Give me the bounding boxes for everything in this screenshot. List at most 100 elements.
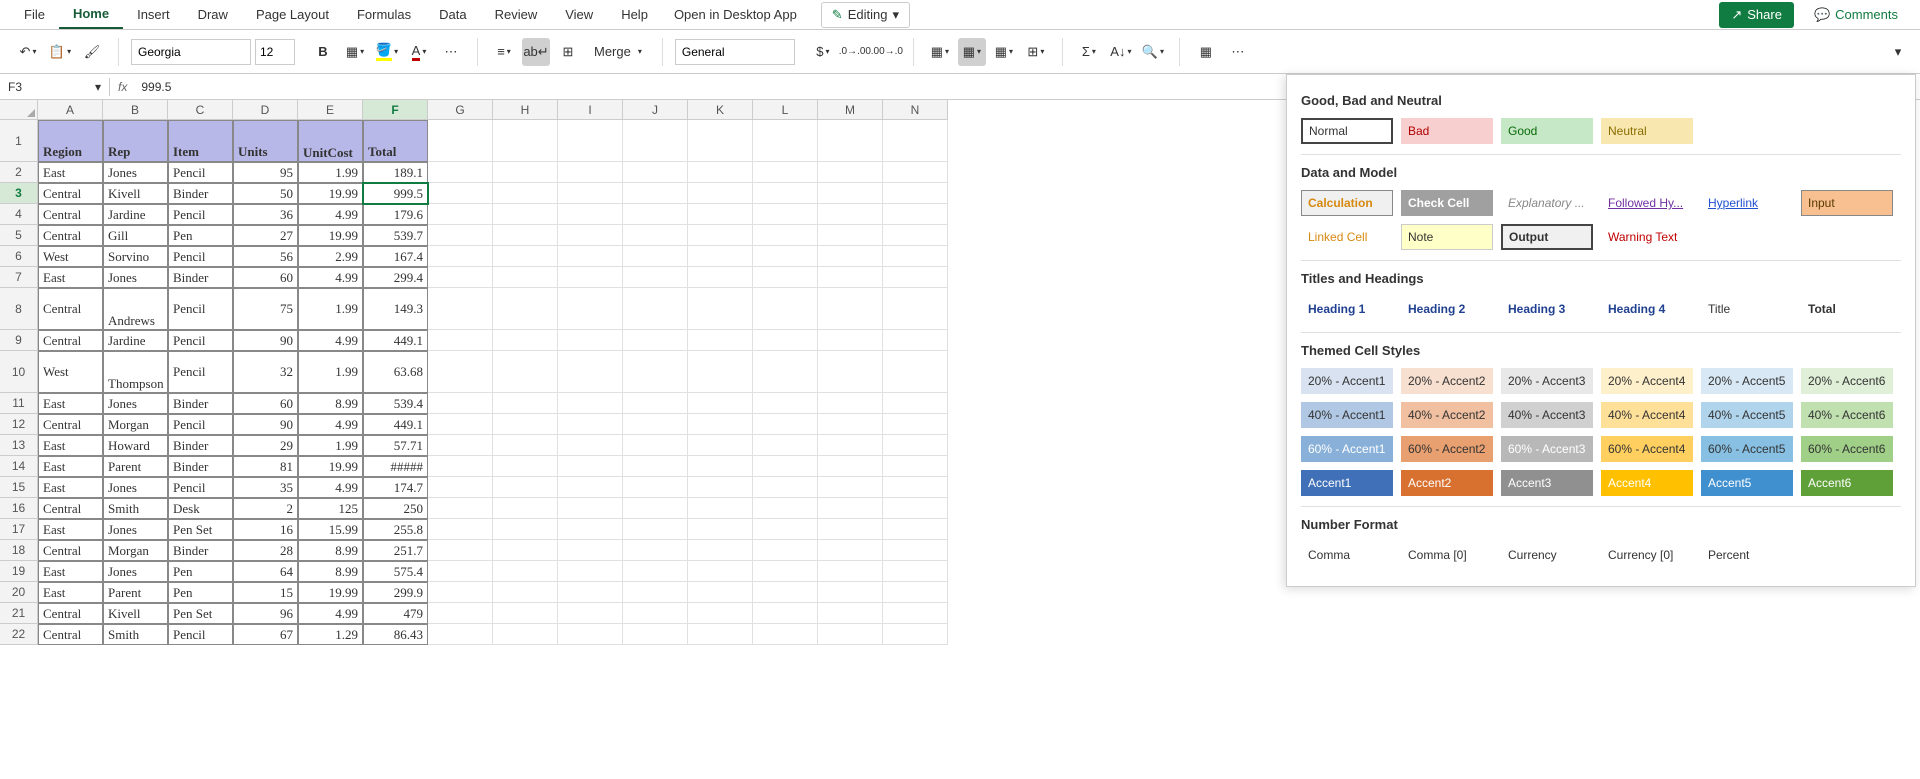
cell-F19[interactable]: 575.4 xyxy=(363,561,428,582)
style-40-accent2[interactable]: 40% - Accent2 xyxy=(1401,402,1493,428)
style-accent5[interactable]: Accent5 xyxy=(1701,470,1793,496)
row-header-17[interactable]: 17 xyxy=(0,519,38,540)
cell-G6[interactable] xyxy=(428,246,493,267)
cell-H22[interactable] xyxy=(493,624,558,645)
cell-B5[interactable]: Gill xyxy=(103,225,168,246)
cell-N18[interactable] xyxy=(883,540,948,561)
cell-E19[interactable]: 8.99 xyxy=(298,561,363,582)
cell-K22[interactable] xyxy=(688,624,753,645)
merge-button[interactable]: Merge ▾ xyxy=(586,40,650,63)
cell-J10[interactable] xyxy=(623,351,688,393)
cell-B12[interactable]: Morgan xyxy=(103,414,168,435)
cell-K14[interactable] xyxy=(688,456,753,477)
cell-D15[interactable]: 35 xyxy=(233,477,298,498)
cell-J13[interactable] xyxy=(623,435,688,456)
row-header-8[interactable]: 8 xyxy=(0,288,38,330)
cell-H9[interactable] xyxy=(493,330,558,351)
cell-A14[interactable]: East xyxy=(38,456,103,477)
cell-N19[interactable] xyxy=(883,561,948,582)
cell-G21[interactable] xyxy=(428,603,493,624)
cell-H16[interactable] xyxy=(493,498,558,519)
cell-J15[interactable] xyxy=(623,477,688,498)
cell-M15[interactable] xyxy=(818,477,883,498)
row-header-3[interactable]: 3 xyxy=(0,183,38,204)
cell-F5[interactable]: 539.7 xyxy=(363,225,428,246)
cell-D2[interactable]: 95 xyxy=(233,162,298,183)
cell-M20[interactable] xyxy=(818,582,883,603)
cell-E15[interactable]: 4.99 xyxy=(298,477,363,498)
cell-G8[interactable] xyxy=(428,288,493,330)
cell-H12[interactable] xyxy=(493,414,558,435)
column-header-L[interactable]: L xyxy=(753,100,818,120)
cell-G19[interactable] xyxy=(428,561,493,582)
cell-I19[interactable] xyxy=(558,561,623,582)
cell-A18[interactable]: Central xyxy=(38,540,103,561)
cell-E20[interactable]: 19.99 xyxy=(298,582,363,603)
cell-E4[interactable]: 4.99 xyxy=(298,204,363,225)
style-title[interactable]: Title xyxy=(1701,296,1793,322)
cell-B3[interactable]: Kivell xyxy=(103,183,168,204)
cell-I5[interactable] xyxy=(558,225,623,246)
cell-B14[interactable]: Parent xyxy=(103,456,168,477)
style-40-accent4[interactable]: 40% - Accent4 xyxy=(1601,402,1693,428)
cell-G14[interactable] xyxy=(428,456,493,477)
cell-J7[interactable] xyxy=(623,267,688,288)
cell-C7[interactable]: Binder xyxy=(168,267,233,288)
cell-C12[interactable]: Pencil xyxy=(168,414,233,435)
cell-H1[interactable] xyxy=(493,120,558,162)
cell-M2[interactable] xyxy=(818,162,883,183)
cell-K8[interactable] xyxy=(688,288,753,330)
style-accent4[interactable]: Accent4 xyxy=(1601,470,1693,496)
cell-D6[interactable]: 56 xyxy=(233,246,298,267)
row-header-18[interactable]: 18 xyxy=(0,540,38,561)
cell-C2[interactable]: Pencil xyxy=(168,162,233,183)
row-header-9[interactable]: 9 xyxy=(0,330,38,351)
cell-H6[interactable] xyxy=(493,246,558,267)
decrease-decimal-button[interactable]: .0→.00 xyxy=(841,38,869,66)
cell-E1[interactable]: UnitCost xyxy=(298,120,363,162)
cell-J21[interactable] xyxy=(623,603,688,624)
cell-B13[interactable]: Howard xyxy=(103,435,168,456)
cell-A15[interactable]: East xyxy=(38,477,103,498)
cell-N11[interactable] xyxy=(883,393,948,414)
cell-A20[interactable]: East xyxy=(38,582,103,603)
cell-F10[interactable]: 63.68 xyxy=(363,351,428,393)
cell-J3[interactable] xyxy=(623,183,688,204)
cell-N13[interactable] xyxy=(883,435,948,456)
cell-M14[interactable] xyxy=(818,456,883,477)
cell-B22[interactable]: Smith xyxy=(103,624,168,645)
cell-B15[interactable]: Jones xyxy=(103,477,168,498)
cell-N5[interactable] xyxy=(883,225,948,246)
cell-F20[interactable]: 299.9 xyxy=(363,582,428,603)
style-accent1[interactable]: Accent1 xyxy=(1301,470,1393,496)
style-20-accent5[interactable]: 20% - Accent5 xyxy=(1701,368,1793,394)
cell-G15[interactable] xyxy=(428,477,493,498)
cell-C17[interactable]: Pen Set xyxy=(168,519,233,540)
cell-J9[interactable] xyxy=(623,330,688,351)
row-header-20[interactable]: 20 xyxy=(0,582,38,603)
cell-J17[interactable] xyxy=(623,519,688,540)
cell-D20[interactable]: 15 xyxy=(233,582,298,603)
cell-B8[interactable]: Andrews xyxy=(103,288,168,330)
row-header-12[interactable]: 12 xyxy=(0,414,38,435)
cell-I22[interactable] xyxy=(558,624,623,645)
cell-A8[interactable]: Central xyxy=(38,288,103,330)
cell-C21[interactable]: Pen Set xyxy=(168,603,233,624)
cell-L13[interactable] xyxy=(753,435,818,456)
more-font-button[interactable]: ⋯ xyxy=(437,38,465,66)
cell-K16[interactable] xyxy=(688,498,753,519)
row-header-11[interactable]: 11 xyxy=(0,393,38,414)
tab-help[interactable]: Help xyxy=(607,1,662,28)
cell-C20[interactable]: Pen xyxy=(168,582,233,603)
cell-N4[interactable] xyxy=(883,204,948,225)
cell-M19[interactable] xyxy=(818,561,883,582)
cell-N17[interactable] xyxy=(883,519,948,540)
cell-E10[interactable]: 1.99 xyxy=(298,351,363,393)
cell-F8[interactable]: 149.3 xyxy=(363,288,428,330)
cell-A6[interactable]: West xyxy=(38,246,103,267)
cell-M16[interactable] xyxy=(818,498,883,519)
cell-L15[interactable] xyxy=(753,477,818,498)
autosum-button[interactable]: Σ▾ xyxy=(1075,38,1103,66)
cell-C15[interactable]: Pencil xyxy=(168,477,233,498)
style-60-accent4[interactable]: 60% - Accent4 xyxy=(1601,436,1693,462)
